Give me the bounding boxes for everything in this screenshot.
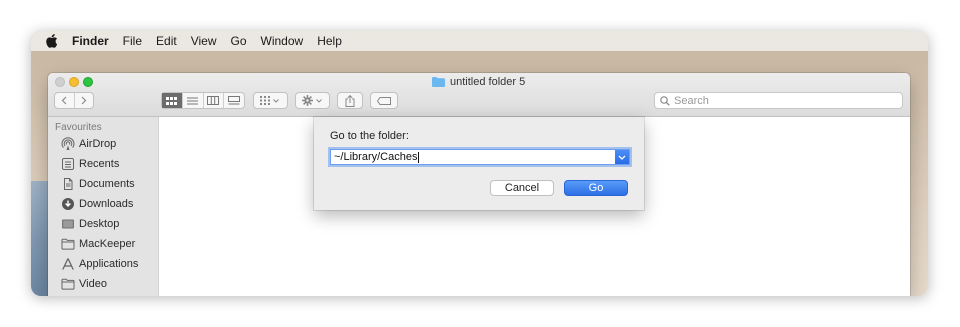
gallery-icon (228, 96, 241, 105)
screenshot-frame: Finder File Edit View Go Window Help unt… (31, 31, 928, 296)
folder-icon (432, 76, 445, 87)
sidebar: Favourites AirDrop Recents Documents Dow… (48, 117, 159, 296)
sidebar-item-label: AirDrop (79, 137, 117, 150)
sidebar-item-label: Documents (79, 177, 135, 190)
chevron-right-icon (81, 96, 87, 105)
chevron-down-icon (316, 98, 322, 103)
icon-view-button[interactable] (162, 93, 183, 108)
go-to-folder-dialog: Go to the folder: ~/Library/Caches Cance… (314, 117, 644, 210)
search-placeholder: Search (674, 94, 709, 107)
menu-finder[interactable]: Finder (72, 34, 109, 48)
sidebar-heading: Favourites (55, 122, 102, 133)
zoom-window-button[interactable] (83, 77, 93, 87)
sidebar-item-airdrop[interactable]: AirDrop (61, 135, 116, 152)
apple-menu-icon[interactable] (46, 34, 60, 48)
column-view-button[interactable] (204, 93, 225, 108)
sidebar-item-label: Downloads (79, 197, 134, 210)
gallery-view-button[interactable] (224, 93, 244, 108)
dialog-label: Go to the folder: (330, 130, 409, 142)
tags-button[interactable] (370, 92, 398, 109)
group-button[interactable] (253, 92, 288, 109)
menu-help[interactable]: Help (317, 34, 342, 48)
list-icon (187, 97, 199, 104)
sidebar-item-label: MacKeeper (79, 237, 136, 250)
window-title-text: untitled folder 5 (450, 75, 526, 88)
folder-path-input[interactable]: ~/Library/Caches (331, 151, 615, 163)
forward-button[interactable] (75, 93, 94, 108)
menu-edit[interactable]: Edit (156, 34, 177, 48)
group-grid-icon (260, 96, 270, 105)
folder-path-combobox[interactable]: ~/Library/Caches (330, 149, 630, 165)
window-title: untitled folder 5 (432, 74, 525, 89)
recents-icon (62, 157, 74, 170)
folder-path-value: ~/Library/Caches (334, 151, 418, 163)
sidebar-item-recents[interactable]: Recents (61, 155, 119, 172)
folder-icon (61, 278, 75, 290)
applications-icon (62, 257, 74, 270)
path-history-dropdown[interactable] (615, 150, 629, 164)
sidebar-item-applications[interactable]: Applications (61, 255, 138, 272)
gear-icon (302, 95, 313, 106)
list-view-button[interactable] (183, 93, 204, 108)
menu-go[interactable]: Go (231, 34, 247, 48)
documents-icon (64, 177, 73, 190)
airdrop-icon (61, 136, 75, 150)
tag-icon (377, 96, 391, 105)
share-icon (345, 94, 355, 107)
search-field[interactable]: Search (654, 92, 903, 109)
back-button[interactable] (55, 93, 75, 108)
window-toolbar: untitled folder 5 Search (48, 73, 910, 117)
close-window-button[interactable] (55, 77, 65, 87)
chevron-down-icon (273, 98, 279, 103)
text-caret (418, 151, 420, 163)
sidebar-item-mackeeper[interactable]: MacKeeper (61, 235, 135, 252)
sidebar-item-video[interactable]: Video (61, 275, 107, 292)
finder-window: untitled folder 5 Search Favourites AirD… (48, 73, 910, 296)
sidebar-item-label: Applications (79, 257, 139, 270)
columns-icon (207, 96, 220, 105)
grid-icon (166, 96, 178, 105)
sidebar-item-label: Desktop (79, 217, 120, 230)
folder-icon (61, 238, 75, 250)
menu-bar: Finder File Edit View Go Window Help (31, 31, 928, 51)
share-button[interactable] (337, 92, 363, 109)
desktop-icon (62, 219, 74, 228)
view-switcher (161, 92, 245, 109)
menu-file[interactable]: File (123, 34, 142, 48)
sidebar-item-downloads[interactable]: Downloads (61, 195, 133, 212)
menu-view[interactable]: View (191, 34, 217, 48)
cancel-button[interactable]: Cancel (490, 180, 554, 196)
sidebar-item-label: Video (79, 277, 107, 290)
minimize-window-button[interactable] (69, 77, 79, 87)
downloads-icon (62, 197, 74, 210)
search-icon (660, 95, 670, 106)
chevron-down-icon (618, 155, 626, 160)
action-button[interactable] (295, 92, 330, 109)
chevron-left-icon (61, 96, 67, 105)
sidebar-item-label: Recents (79, 157, 120, 170)
nav-buttons (54, 92, 94, 109)
go-button[interactable]: Go (564, 180, 628, 196)
sidebar-item-documents[interactable]: Documents (61, 175, 135, 192)
sidebar-item-desktop[interactable]: Desktop (61, 215, 119, 232)
menu-window[interactable]: Window (261, 34, 304, 48)
